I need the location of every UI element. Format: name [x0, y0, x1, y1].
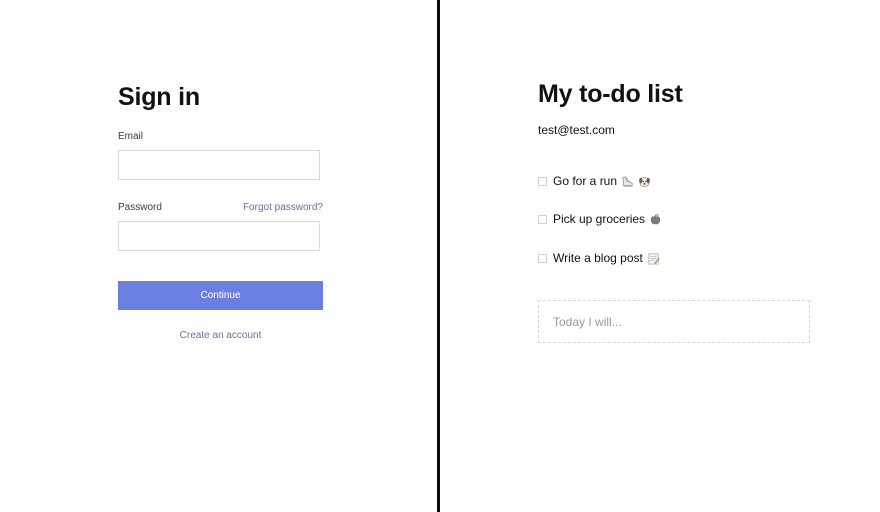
- signin-form: Sign in Email Password Forgot password? …: [118, 80, 324, 341]
- apple-emoji-icon: [650, 213, 661, 224]
- password-label: Password: [118, 202, 162, 213]
- forgot-password-link[interactable]: Forgot password?: [243, 202, 323, 213]
- dog-emoji-icon: [639, 176, 650, 187]
- memo-emoji-icon: [648, 253, 660, 264]
- email-input[interactable]: [118, 150, 320, 180]
- new-todo-input[interactable]: [538, 300, 810, 343]
- email-label: Email: [118, 131, 144, 142]
- todo-item[interactable]: Go for a run: [538, 173, 651, 189]
- continue-button[interactable]: Continue: [118, 281, 323, 310]
- todo-item[interactable]: Write a blog post: [538, 250, 660, 266]
- create-account-link[interactable]: Create an account: [118, 330, 323, 341]
- signin-title: Sign in: [118, 83, 200, 111]
- password-row: Password Forgot password?: [118, 202, 323, 213]
- shoe-emoji-icon: [622, 175, 633, 187]
- password-input[interactable]: [118, 221, 320, 251]
- todo-item-label: Go for a run: [553, 174, 618, 188]
- todo-item[interactable]: Pick up groceries: [538, 211, 662, 227]
- todo-checkbox[interactable]: [538, 176, 547, 186]
- todo-panel: My to-do list test@test.com Go for a run: [538, 78, 810, 343]
- todo-checkbox[interactable]: [538, 253, 547, 263]
- todo-checkbox[interactable]: [538, 214, 547, 224]
- todo-item-label: Pick up groceries: [553, 212, 646, 226]
- todo-title: My to-do list: [538, 80, 683, 108]
- pane-divider: [437, 0, 440, 512]
- user-email: test@test.com: [538, 123, 615, 137]
- todo-item-label: Write a blog post: [553, 251, 643, 265]
- app-page: Sign in Email Password Forgot password? …: [0, 0, 880, 512]
